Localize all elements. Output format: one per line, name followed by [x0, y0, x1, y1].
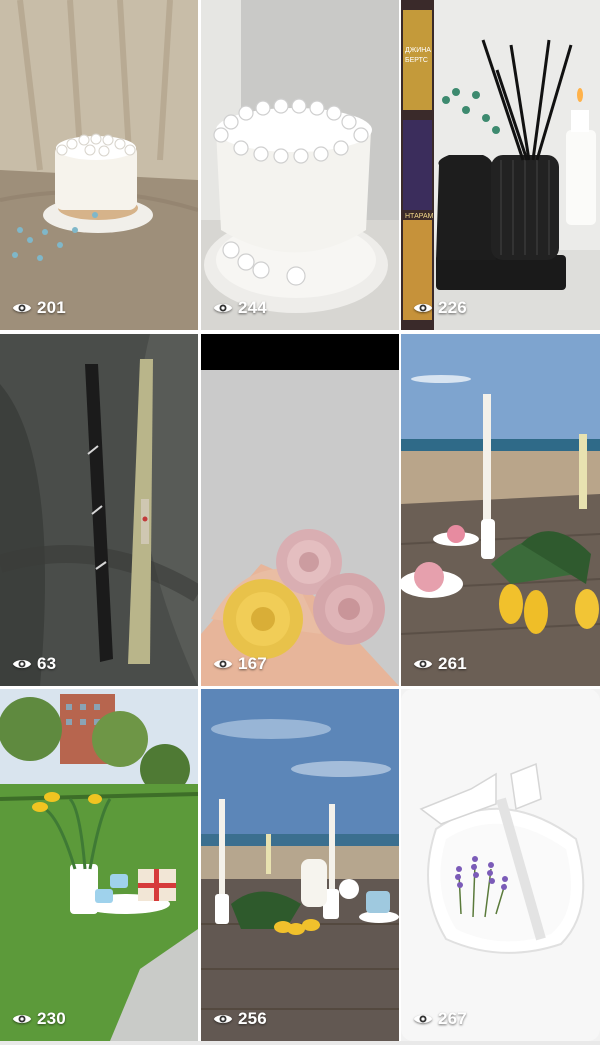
grid-tile-3[interactable]: ДЖИНА БЕРТС НТАРАМ 226	[401, 0, 600, 330]
beach-table-photo	[401, 334, 600, 686]
grid-tile-7[interactable]: 230	[0, 689, 198, 1041]
view-count: 256	[213, 1009, 267, 1029]
eye-icon	[213, 657, 233, 671]
view-count-value: 201	[37, 298, 66, 317]
grid-tile-6[interactable]: 261	[401, 334, 600, 686]
view-count: 63	[12, 654, 56, 674]
view-count: 201	[12, 298, 66, 318]
view-count: 244	[213, 298, 267, 318]
grid-tile-1[interactable]: 201	[0, 0, 198, 330]
poster-text-bottom: НТАРАМ	[405, 213, 434, 220]
peony-candles-photo	[201, 334, 399, 686]
poster-text-top: ДЖИНА	[405, 47, 431, 54]
svg-text:БЕРТС: БЕРТС	[405, 57, 428, 64]
view-count-value: 256	[238, 1009, 267, 1028]
garden-picnic-photo	[0, 689, 198, 1041]
view-count-value: 167	[238, 654, 267, 673]
view-count: 230	[12, 1009, 66, 1029]
view-count-value: 230	[37, 1009, 66, 1028]
candle-pearls-photo	[0, 0, 198, 330]
next-row-edge	[0, 1041, 600, 1045]
eye-icon	[413, 1012, 433, 1026]
eye-icon	[413, 657, 433, 671]
eye-icon	[213, 301, 233, 315]
view-count: 261	[413, 654, 467, 674]
beach-setting-photo	[201, 689, 399, 1041]
grid-tile-9[interactable]: 267	[401, 689, 600, 1041]
view-count-value: 226	[438, 298, 467, 317]
eye-icon	[12, 301, 32, 315]
grid-tile-2[interactable]: 244	[201, 0, 399, 330]
grid-tile-4[interactable]: 63	[0, 334, 198, 686]
view-count: 267	[413, 1009, 467, 1029]
eye-icon	[12, 657, 32, 671]
plaster-tray-photo	[401, 689, 600, 1041]
grid-tile-8[interactable]: 256	[201, 689, 399, 1041]
view-count-value: 267	[438, 1009, 467, 1028]
taper-candles-photo	[0, 334, 198, 686]
view-count-value: 244	[238, 298, 267, 317]
view-count-value: 261	[438, 654, 467, 673]
view-count: 226	[413, 298, 467, 318]
diffuser-photo: ДЖИНА БЕРТС НТАРАМ	[401, 0, 600, 330]
grid-tile-5[interactable]: 167	[201, 334, 399, 686]
view-count-value: 63	[37, 654, 57, 673]
reels-grid: 201 244 ДЖИНА БЕРТС НТАРАМ 226 63 167 26…	[0, 0, 600, 1045]
view-count: 167	[213, 654, 267, 674]
eye-icon	[413, 301, 433, 315]
eye-icon	[12, 1012, 32, 1026]
candle-tray-photo	[201, 0, 399, 330]
eye-icon	[213, 1012, 233, 1026]
